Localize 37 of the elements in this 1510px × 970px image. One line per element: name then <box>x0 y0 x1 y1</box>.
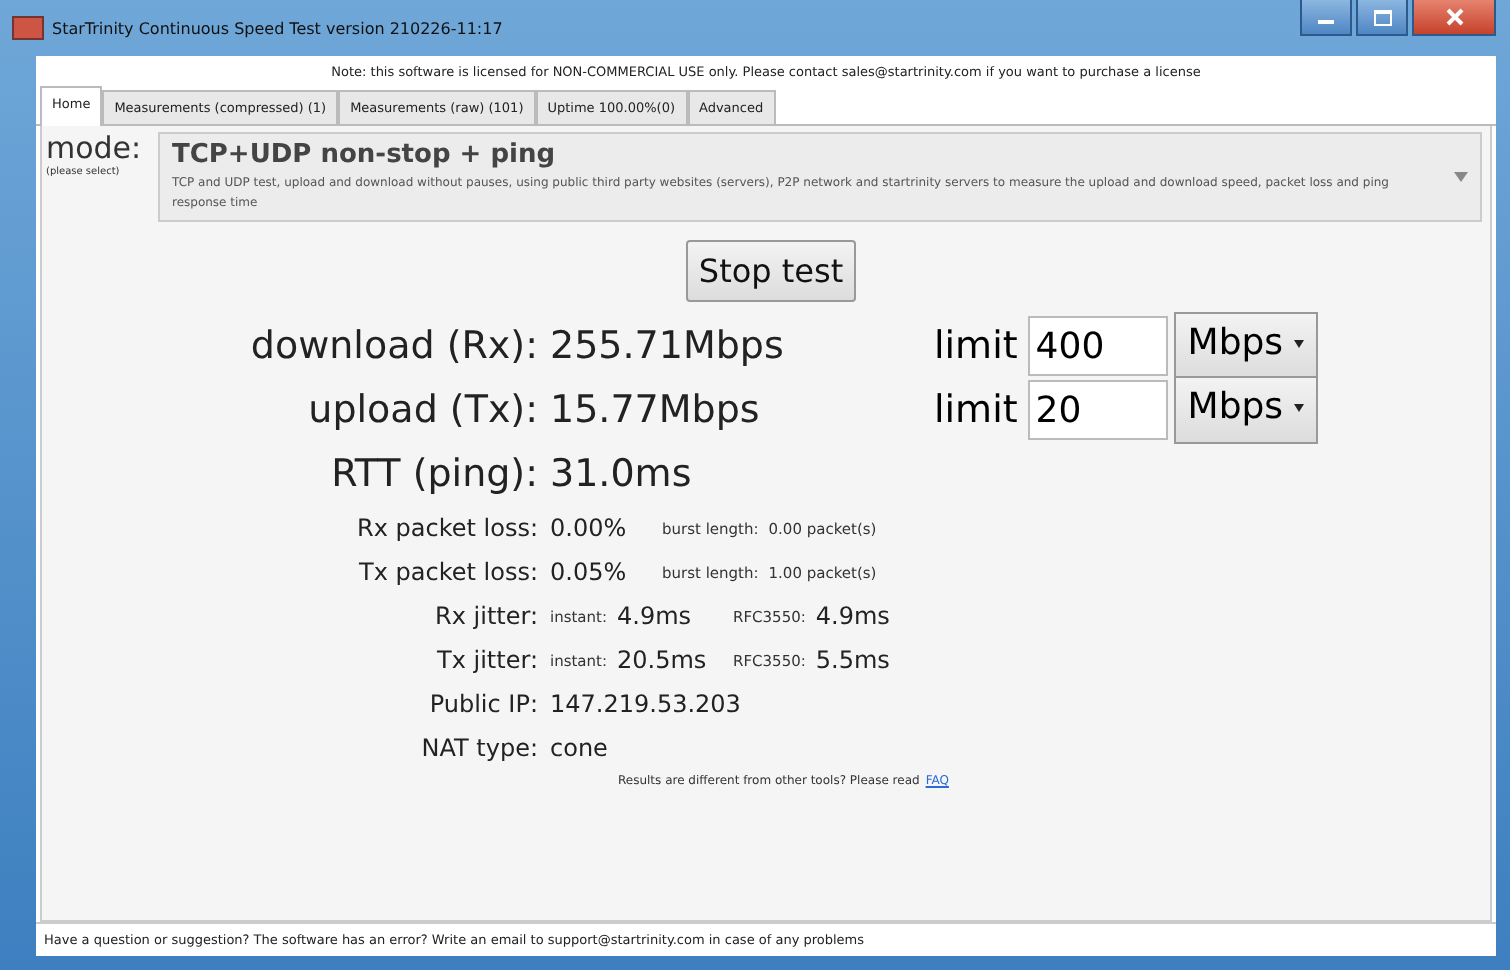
limit-input[interactable]: 400 <box>1027 316 1168 376</box>
rfc-value: 4.9ms <box>815 602 890 630</box>
packet-loss-value: 0.05% <box>550 558 629 586</box>
packet-loss-label: Rx packet loss: <box>355 514 538 542</box>
rfc-value: 5.5ms <box>815 646 890 674</box>
maximize-button[interactable] <box>1356 0 1408 36</box>
info-value: 147.219.53.203 <box>550 690 741 718</box>
caret-icon <box>1454 172 1468 182</box>
speed-value: 255.71Mbps <box>550 324 786 368</box>
speed-value: 15.77Mbps <box>550 388 762 432</box>
close-button[interactable] <box>1412 0 1496 36</box>
info-value: cone <box>550 734 608 762</box>
window-title: StarTrinity Continuous Speed Test version 210226-11:17 <box>52 19 503 37</box>
limit-label: limit <box>934 324 1018 368</box>
limit-input[interactable]: 20 <box>1027 380 1168 440</box>
jitter-label: Tx jitter: <box>435 646 538 674</box>
minimize-button[interactable] <box>1300 0 1352 36</box>
caret-icon <box>1294 404 1305 413</box>
mode-label: mode: <box>46 132 144 166</box>
packet-loss-value: 0.00% <box>550 514 629 542</box>
stop-test-button[interactable]: Stop test <box>686 240 856 302</box>
unit-dropdown[interactable]: Mbps <box>1173 312 1319 380</box>
caret-icon <box>1294 340 1305 349</box>
rtt-value: 31.0ms <box>550 452 694 496</box>
limit-label: limit <box>934 388 1018 432</box>
info-label: Public IP: <box>427 690 538 718</box>
speed-label: upload (Tx): <box>306 388 538 432</box>
instant-value: 4.9ms <box>617 602 694 630</box>
instant-value: 20.5ms <box>617 646 709 674</box>
packet-loss-label: Tx packet loss: <box>357 558 538 586</box>
app-icon <box>12 16 44 40</box>
close-icon <box>1445 8 1463 26</box>
info-label: NAT type: <box>419 734 538 762</box>
rtt-label: RTT (ping): <box>329 452 538 496</box>
speed-label: download (Rx): <box>248 324 538 368</box>
jitter-label: Rx jitter: <box>433 602 538 630</box>
unit-dropdown[interactable]: Mbps <box>1173 376 1319 444</box>
